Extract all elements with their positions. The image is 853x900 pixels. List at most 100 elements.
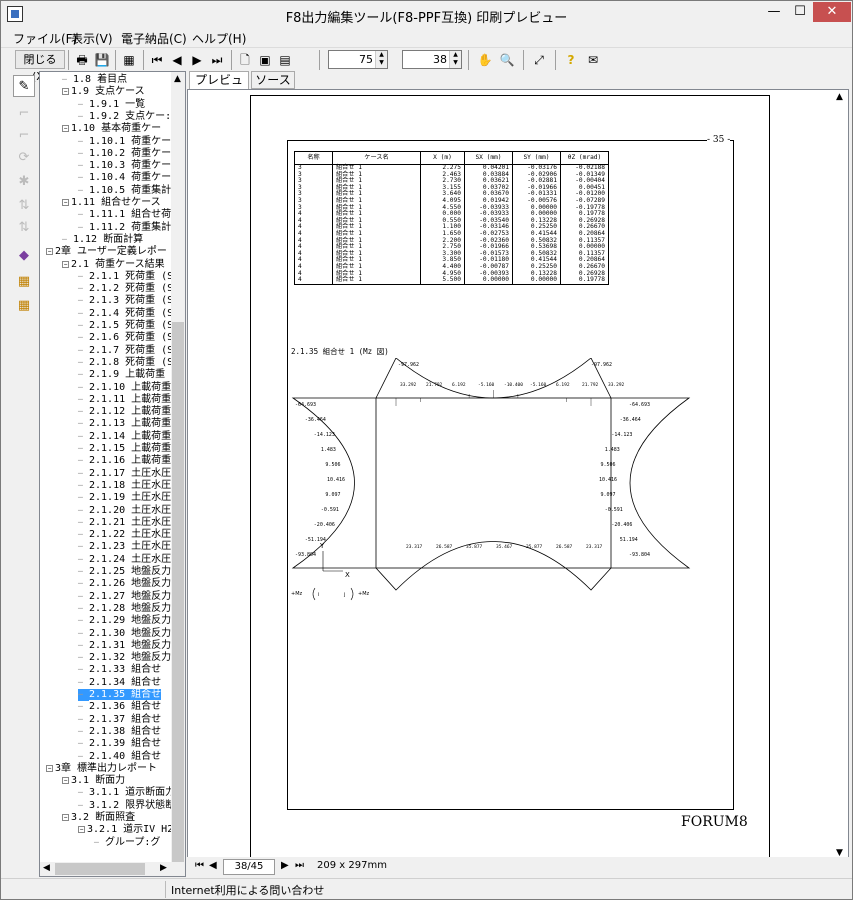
move-up-icon[interactable]: ⇅ xyxy=(13,195,35,217)
pencil-icon[interactable]: ✎ xyxy=(13,75,35,97)
tree-item[interactable]: ─ 2.1.31 地盤反力 xyxy=(78,640,171,652)
tree-item[interactable]: ─ 2.1.7 死荷重 (S xyxy=(78,345,173,357)
tree-expander-icon[interactable]: − xyxy=(62,125,69,133)
tree-item[interactable]: ─ 1.10.2 荷重ケー xyxy=(78,148,171,160)
tree-expander-icon[interactable]: − xyxy=(46,248,53,256)
tab-source[interactable]: ソース xyxy=(251,71,295,89)
settings-tool-icon[interactable]: ✱ xyxy=(13,171,35,193)
tree-item[interactable]: ─ 2.1.14 上載荷重 xyxy=(78,431,171,443)
tree-item[interactable]: ─ 1.10.5 荷重集計 xyxy=(78,185,171,197)
maximize-button[interactable]: ☐ xyxy=(787,2,813,22)
save-icon[interactable]: 💾 xyxy=(93,50,111,70)
fit-page-icon[interactable]: ⤢ xyxy=(529,50,549,70)
tree-item[interactable]: ─ 2.1.17 土圧水圧 xyxy=(78,468,171,480)
first-page-icon[interactable]: ⏮ xyxy=(149,50,165,70)
last-page-icon[interactable]: ⏭ xyxy=(209,50,225,70)
minimize-button[interactable]: — xyxy=(761,2,787,22)
tree-item[interactable]: ─ 2.1.2 死荷重 (S xyxy=(78,283,173,295)
tree-item[interactable]: ─ 1.9.1 一覧 xyxy=(78,99,145,111)
tree-item[interactable]: ─ 2.1.29 地盤反力 xyxy=(78,615,171,627)
tree-item[interactable]: ─ 2.1.20 土圧水圧 xyxy=(78,505,171,517)
scroll-right-icon[interactable]: ▶ xyxy=(160,863,167,873)
tree-item[interactable]: ─ 2.1.24 土圧水圧 xyxy=(78,554,171,566)
prev-page-icon[interactable]: ◀ xyxy=(169,50,185,70)
tree-item[interactable]: ─ 2.1.26 地盤反力 xyxy=(78,578,171,590)
tree-hscroll-thumb[interactable] xyxy=(55,863,145,875)
tree-item[interactable]: ─ 2.1.5 死荷重 (S xyxy=(78,320,173,332)
tree-item[interactable]: ─ 2.1.21 土圧水圧 xyxy=(78,517,171,529)
tree-horizontal-scrollbar[interactable]: ◀ ▶ xyxy=(40,862,185,876)
tree-item[interactable]: −3章 標準出力レポート xyxy=(46,763,157,775)
menu-help[interactable]: ヘルプ(H) xyxy=(192,30,246,47)
tree-item[interactable]: ─ 2.1.10 上載荷重 xyxy=(78,382,171,394)
help-icon[interactable]: ? xyxy=(563,50,579,70)
tree-item[interactable]: ─ 2.1.22 土圧水圧 xyxy=(78,529,171,541)
tree-item[interactable]: ─ 2.1.16 上載荷重 xyxy=(78,455,171,467)
next-page-icon[interactable]: ▶ xyxy=(189,50,205,70)
page-spin-arrows[interactable]: ▲ ▼ xyxy=(449,51,461,68)
tree-item[interactable]: ─ 2.1.1 死荷重 (S xyxy=(78,271,173,283)
tree-collapse-icon[interactable]: ▦ xyxy=(13,295,35,317)
contact-icon[interactable]: ✉ xyxy=(583,50,603,70)
tree-item[interactable]: ─ 2.1.18 土圧水圧 xyxy=(78,480,171,492)
print-icon[interactable]: 🖶 xyxy=(73,50,91,70)
tree-item[interactable]: ─ 2.1.34 組合せ xyxy=(78,677,161,689)
tree-item[interactable]: −3.1 断面力 xyxy=(62,775,125,787)
multi-page-icon[interactable]: ▤ xyxy=(277,50,293,70)
edit-tool-icon[interactable]: ⌐ xyxy=(13,103,35,125)
nav-prev-icon[interactable]: ◀ xyxy=(209,860,217,871)
magnifier-icon[interactable]: 🔍 xyxy=(497,50,517,70)
tree-expander-icon[interactable]: − xyxy=(78,826,85,834)
color-tool-icon[interactable]: ◆ xyxy=(13,245,35,267)
scroll-up-icon[interactable]: ▲ xyxy=(174,74,181,84)
tree-item[interactable]: ─ 1.10.1 荷重ケー xyxy=(78,136,171,148)
tree-item[interactable]: ─ 2.1.4 死荷重 (S xyxy=(78,308,173,320)
menu-file[interactable]: ファイル(F) xyxy=(13,30,77,47)
tree-item[interactable]: ─ 1.9.2 支点ケー: xyxy=(78,111,171,123)
tree-item[interactable]: ─ 2.1.11 上載荷重 xyxy=(78,394,171,406)
two-page-icon[interactable]: ▣ xyxy=(257,50,273,70)
nav-next-icon[interactable]: ▶ xyxy=(281,860,289,871)
tab-preview[interactable]: プレビュー xyxy=(189,71,249,104)
tree-expand-icon[interactable]: ▦ xyxy=(13,271,35,293)
rotate-tool-icon[interactable]: ⟳ xyxy=(13,147,35,169)
tree-item[interactable]: −2.1 荷重ケース結果 xyxy=(62,259,165,271)
tree-item[interactable]: −3.2 断面照査 xyxy=(62,812,135,824)
tree-vertical-scrollbar[interactable]: ▲ xyxy=(171,72,185,862)
tree-expander-icon[interactable]: − xyxy=(62,814,69,821)
tree-item[interactable]: ─ 2.1.25 地盤反力 xyxy=(78,566,171,578)
tree-item[interactable]: ─ 1.12 断面計算 xyxy=(62,234,143,246)
tree-item[interactable]: ─ 2.1.13 上載荷重 xyxy=(78,418,171,430)
close-window-button[interactable]: ✕ xyxy=(813,2,851,22)
tree-item[interactable]: ─ 2.1.3 死荷重 (S xyxy=(78,295,173,307)
tree-item[interactable]: ─ 2.1.33 組合せ xyxy=(78,664,161,676)
scroll-left-icon[interactable]: ◀ xyxy=(43,863,50,873)
tree-item[interactable]: ─ 2.1.36 組合せ xyxy=(78,701,161,713)
tree-item[interactable]: ─ 2.1.23 土圧水圧 xyxy=(78,541,171,553)
tree-item[interactable]: ─ 2.1.35 組合せ xyxy=(78,689,162,701)
menu-view[interactable]: 表示(V) xyxy=(71,30,113,47)
nav-last-icon[interactable]: ⏭ xyxy=(295,860,304,871)
tree-item[interactable]: ─ 2.1.28 地盤反力 xyxy=(78,603,171,615)
tree-item[interactable]: ─ 2.1.37 組合せ xyxy=(78,714,161,726)
tree-scroll-thumb[interactable] xyxy=(172,322,184,862)
tree-item[interactable]: ─ 2.1.6 死荷重 (S xyxy=(78,332,173,344)
tree-item[interactable]: ─ 2.1.19 土圧水圧 xyxy=(78,492,171,504)
menu-electronic-delivery[interactable]: 電子納品(C) xyxy=(121,30,187,47)
tree-item[interactable]: −3.2.1 道示IV H2 xyxy=(78,824,173,836)
preview-scroll-up-icon[interactable]: ▲ xyxy=(836,92,843,102)
tree-expander-icon[interactable]: − xyxy=(62,199,69,206)
tree-item[interactable]: ─ 2.1.38 組合せ xyxy=(78,726,161,738)
tree-expander-icon[interactable]: − xyxy=(62,777,69,785)
close-preview-button[interactable]: 閉じる(X) xyxy=(15,50,65,83)
tree-item[interactable]: ─ 2.1.39 組合せ xyxy=(78,738,161,750)
tree-item[interactable]: −2章 ユーザー定義レポー xyxy=(46,246,167,258)
tree-item[interactable]: ─ 1.10.3 荷重ケー xyxy=(78,160,171,172)
tree-item[interactable]: ─ 1.11.2 荷重集計 xyxy=(78,222,171,234)
tree-expander-icon[interactable]: − xyxy=(62,260,69,268)
edit-tool-2-icon[interactable]: ⌐ xyxy=(13,125,35,147)
tree-item[interactable]: ─ 2.1.32 地盤反力 xyxy=(78,652,171,664)
page-spinner[interactable]: 38 ▲ ▼ xyxy=(402,50,462,69)
single-page-icon[interactable]: 🗋 xyxy=(237,50,253,70)
hand-pan-icon[interactable]: ✋ xyxy=(475,50,495,70)
